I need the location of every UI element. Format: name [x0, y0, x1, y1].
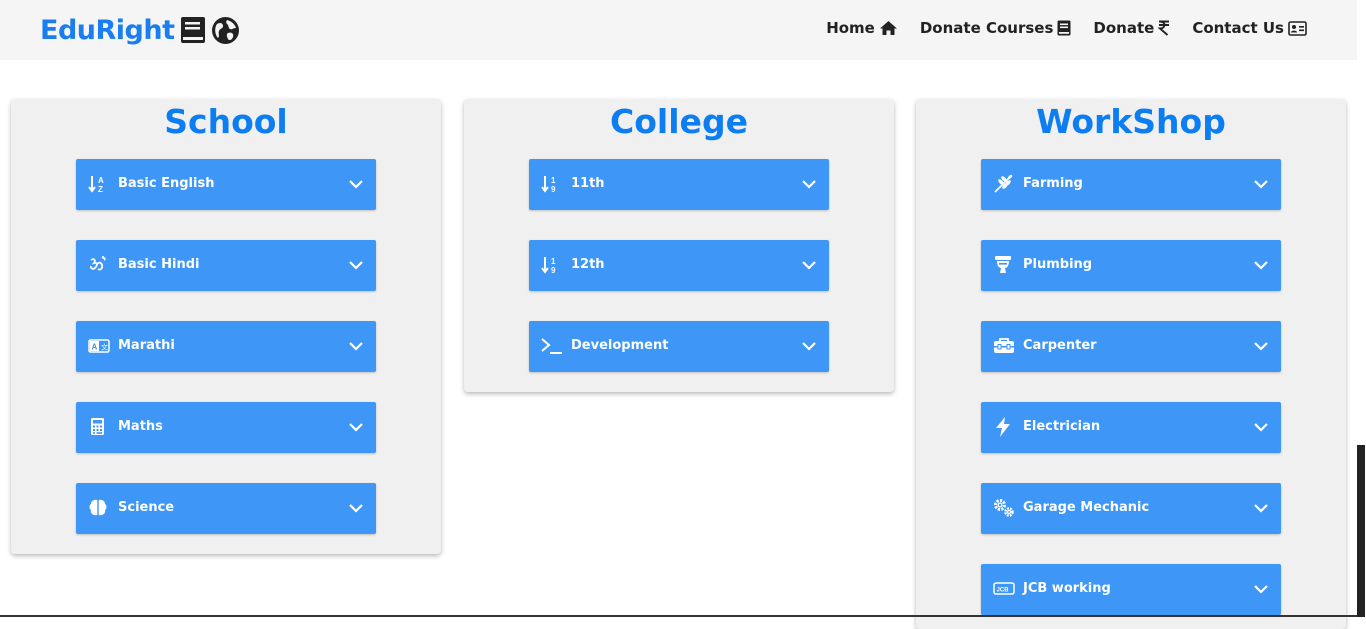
chevron-down-icon — [1253, 420, 1269, 434]
accordion-label: 12th — [571, 257, 605, 272]
accordion-label: Maths — [118, 419, 163, 434]
accordion-label: Farming — [1023, 176, 1083, 191]
accordion-maths[interactable]: Maths — [76, 402, 376, 453]
accordion-science[interactable]: Science — [76, 483, 376, 534]
language-icon: A 文 — [88, 336, 110, 356]
nav-donate[interactable]: Donate — [1093, 19, 1170, 37]
chevron-down-icon — [348, 501, 364, 515]
nav-contact[interactable]: Contact Us — [1192, 19, 1307, 37]
accordion-label: Basic Hindi — [118, 257, 200, 272]
accordion-marathi[interactable]: A 文 Marathi — [76, 321, 376, 372]
chevron-down-icon — [348, 339, 364, 353]
main-nav: Home Donate Courses Donate Contact Us — [826, 19, 1307, 37]
book-icon — [180, 16, 206, 44]
id-card-icon — [1288, 20, 1307, 36]
sort-numeric-icon: 1 9 — [541, 255, 561, 275]
workshop-card: WorkShop Farming Plumbing Carpenter Elec… — [916, 99, 1346, 629]
sort-numeric-icon: 1 9 — [541, 174, 561, 194]
svg-text:文: 文 — [101, 343, 108, 352]
accordion-label: Plumbing — [1023, 257, 1093, 272]
chevron-down-icon — [1253, 258, 1269, 272]
accordion-electrician[interactable]: Electrician — [981, 402, 1281, 453]
chevron-down-icon — [801, 258, 817, 272]
accordion-jcb-working[interactable]: JCB JCB working — [981, 564, 1281, 615]
chevron-down-icon — [1253, 339, 1269, 353]
bolt-icon — [993, 417, 1013, 437]
svg-text:9: 9 — [551, 266, 556, 275]
accordion-label: JCB working — [1023, 581, 1111, 596]
accordion-12th[interactable]: 1 9 12th — [529, 240, 829, 291]
chevron-down-icon — [801, 339, 817, 353]
svg-text:1: 1 — [551, 176, 556, 185]
nav-donate-label: Donate — [1093, 19, 1155, 37]
home-icon — [879, 20, 898, 36]
workshop-title: WorkShop — [1036, 102, 1226, 141]
toilet-icon — [993, 255, 1013, 275]
wheat-icon — [993, 174, 1013, 194]
school-card: School A Z Basic English Basic Hindi A 文… — [11, 99, 441, 554]
jcb-icon: JCB — [993, 579, 1015, 599]
accordion-basic-hindi[interactable]: Basic Hindi — [76, 240, 376, 291]
nav-donate-courses-label: Donate Courses — [919, 19, 1054, 37]
chevron-down-icon — [1253, 501, 1269, 515]
svg-text:9: 9 — [551, 185, 556, 194]
svg-text:JCB: JCB — [997, 588, 1010, 594]
brain-icon — [88, 498, 108, 518]
chevron-down-icon — [801, 177, 817, 191]
toolbox-icon — [993, 336, 1014, 356]
accordion-label: 11th — [571, 176, 605, 191]
nav-home[interactable]: Home — [826, 19, 898, 37]
accordion-label: Basic English — [118, 176, 215, 191]
book-icon — [1057, 20, 1071, 36]
rupee-icon — [1158, 20, 1170, 36]
accordion-plumbing[interactable]: Plumbing — [981, 240, 1281, 291]
accordion-label: Electrician — [1023, 419, 1101, 434]
accordion-basic-english[interactable]: A Z Basic English — [76, 159, 376, 210]
svg-text:1: 1 — [551, 257, 556, 266]
accordion-label: Carpenter — [1023, 338, 1097, 353]
college-title: College — [610, 102, 748, 141]
college-card: College 1 9 11th 1 9 12th Development — [464, 99, 894, 392]
accordion-carpenter[interactable]: Carpenter — [981, 321, 1281, 372]
brand-name: EduRight — [40, 14, 175, 46]
accordion-farming[interactable]: Farming — [981, 159, 1281, 210]
chevron-down-icon — [348, 420, 364, 434]
accordion-label: Marathi — [118, 338, 175, 353]
svg-text:A: A — [98, 176, 104, 185]
globe-icon — [211, 16, 240, 45]
om-icon — [88, 255, 108, 275]
chevron-down-icon — [1253, 177, 1269, 191]
svg-text:Z: Z — [98, 185, 103, 194]
accordion-development[interactable]: Development — [529, 321, 829, 372]
navbar: EduRight Home Donate Courses Donate Cont… — [0, 0, 1357, 60]
nav-contact-label: Contact Us — [1192, 19, 1284, 37]
chevron-down-icon — [348, 258, 364, 272]
accordion-label: Science — [118, 500, 175, 515]
accordion-label: Development — [571, 338, 669, 353]
scrollbar-thumb[interactable] — [1357, 445, 1365, 617]
school-title: School — [164, 102, 288, 141]
chevron-down-icon — [348, 177, 364, 191]
accordion-garage-mechanic[interactable]: Garage Mechanic — [981, 483, 1281, 534]
svg-text:A: A — [92, 343, 98, 352]
nav-donate-courses[interactable]: Donate Courses — [920, 19, 1072, 37]
sort-az-icon: A Z — [88, 174, 108, 194]
calculator-icon — [88, 417, 108, 437]
chevron-down-icon — [1253, 582, 1269, 596]
accordion-label: Garage Mechanic — [1023, 500, 1150, 515]
brand-logo[interactable]: EduRight — [40, 11, 240, 49]
accordion-11th[interactable]: 1 9 11th — [529, 159, 829, 210]
terminal-icon — [541, 336, 562, 356]
gears-icon — [993, 498, 1014, 518]
nav-home-label: Home — [826, 19, 875, 37]
